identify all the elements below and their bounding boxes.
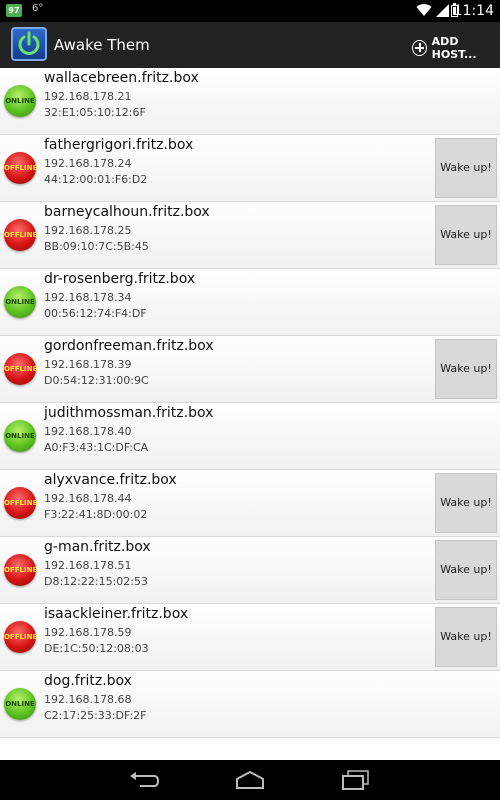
- navigation-bar: [0, 760, 500, 800]
- wake-up-button[interactable]: Wake up!: [435, 540, 497, 600]
- host-ip: 192.168.178.25: [44, 224, 132, 237]
- host-name: judithmossman.fritz.box: [44, 405, 214, 421]
- recent-apps-icon[interactable]: [340, 770, 372, 790]
- status-indicator-icon: OFFLINE: [4, 487, 37, 519]
- host-ip: 192.168.178.40: [44, 425, 132, 438]
- status-indicator-icon: ONLINE: [4, 85, 36, 117]
- host-ip: 192.168.178.34: [44, 291, 132, 304]
- status-indicator-icon: ONLINE: [4, 688, 36, 720]
- host-name: g-man.fritz.box: [44, 539, 151, 555]
- add-host-label: ADD HOST...: [431, 35, 477, 61]
- host-row[interactable]: OFFLINE gordonfreeman.fritz.box 192.168.…: [0, 336, 500, 403]
- host-mac: D0:54:12:31:00:9C: [44, 374, 149, 387]
- status-indicator-icon: ONLINE: [4, 420, 36, 452]
- host-row[interactable]: ONLINE wallacebreen.fritz.box 192.168.17…: [0, 68, 500, 135]
- host-ip: 192.168.178.51: [44, 559, 132, 572]
- wake-up-button[interactable]: Wake up!: [435, 473, 497, 533]
- temperature-text: 6°: [32, 3, 44, 14]
- wake-up-button[interactable]: Wake up!: [435, 138, 497, 198]
- host-name: wallacebreen.fritz.box: [44, 70, 199, 86]
- host-list[interactable]: ONLINE wallacebreen.fritz.box 192.168.17…: [0, 68, 500, 760]
- wake-up-button[interactable]: Wake up!: [435, 339, 497, 399]
- status-indicator-icon: OFFLINE: [4, 219, 37, 251]
- host-ip: 192.168.178.68: [44, 693, 132, 706]
- signal-icon: [436, 4, 449, 17]
- host-mac: D8:12:22:15:02:53: [44, 575, 148, 588]
- app-icon[interactable]: [11, 27, 47, 61]
- host-ip: 192.168.178.59: [44, 626, 132, 639]
- host-ip: 192.168.178.21: [44, 90, 132, 103]
- host-name: isaackleiner.fritz.box: [44, 606, 189, 622]
- host-name: dr-rosenberg.fritz.box: [44, 271, 196, 287]
- wake-up-button[interactable]: Wake up!: [435, 205, 497, 265]
- clock: 11:14: [453, 3, 494, 19]
- host-row[interactable]: OFFLINE isaackleiner.fritz.box 192.168.1…: [0, 604, 500, 671]
- status-bar: 97 6° 11:14: [0, 0, 500, 22]
- wifi-icon: [416, 4, 432, 17]
- host-row[interactable]: OFFLINE fathergrigori.fritz.box 192.168.…: [0, 135, 500, 202]
- host-row[interactable]: OFFLINE alyxvance.fritz.box 192.168.178.…: [0, 470, 500, 537]
- status-indicator-icon: OFFLINE: [4, 554, 37, 586]
- host-name: fathergrigori.fritz.box: [44, 137, 194, 153]
- host-mac: 32:E1:05:10:12:6F: [44, 106, 146, 119]
- app-title: Awake Them: [54, 36, 150, 54]
- host-mac: 00:56:12:74:F4:DF: [44, 307, 147, 320]
- host-row[interactable]: OFFLINE barneycalhoun.fritz.box 192.168.…: [0, 202, 500, 269]
- host-mac: DE:1C:50:12:08:03: [44, 642, 149, 655]
- add-host-button[interactable]: ADD HOST...: [412, 35, 500, 61]
- host-name: dog.fritz.box: [44, 673, 132, 689]
- status-indicator-icon: OFFLINE: [4, 621, 37, 653]
- host-mac: C2:17:25:33:DF:2F: [44, 709, 147, 722]
- host-name: barneycalhoun.fritz.box: [44, 204, 210, 220]
- host-row[interactable]: ONLINE dr-rosenberg.fritz.box 192.168.17…: [0, 269, 500, 336]
- add-circle-icon: [412, 40, 427, 56]
- host-mac: A0:F3:43:1C:DF:CA: [44, 441, 149, 454]
- notification-badge: 97: [6, 4, 22, 17]
- power-icon: [18, 31, 40, 55]
- host-mac: 44:12:00:01:F6:D2: [44, 173, 148, 186]
- host-ip: 192.168.178.39: [44, 358, 132, 371]
- host-name: alyxvance.fritz.box: [44, 472, 177, 488]
- home-icon[interactable]: [234, 770, 266, 790]
- status-indicator-icon: ONLINE: [4, 286, 36, 318]
- status-indicator-icon: OFFLINE: [4, 353, 37, 385]
- host-ip: 192.168.178.44: [44, 492, 132, 505]
- wake-up-button[interactable]: Wake up!: [435, 607, 497, 667]
- status-indicator-icon: OFFLINE: [4, 152, 37, 184]
- host-row[interactable]: OFFLINE g-man.fritz.box 192.168.178.51 D…: [0, 537, 500, 604]
- action-bar: Awake Them ADD HOST...: [0, 22, 500, 68]
- host-name: gordonfreeman.fritz.box: [44, 338, 214, 354]
- host-ip: 192.168.178.24: [44, 157, 132, 170]
- host-mac: F3:22:41:8D:00:02: [44, 508, 148, 521]
- host-mac: BB:09:10:7C:5B:45: [44, 240, 149, 253]
- host-row[interactable]: ONLINE judithmossman.fritz.box 192.168.1…: [0, 403, 500, 470]
- host-row[interactable]: ONLINE dog.fritz.box 192.168.178.68 C2:1…: [0, 671, 500, 738]
- back-icon[interactable]: [128, 770, 160, 790]
